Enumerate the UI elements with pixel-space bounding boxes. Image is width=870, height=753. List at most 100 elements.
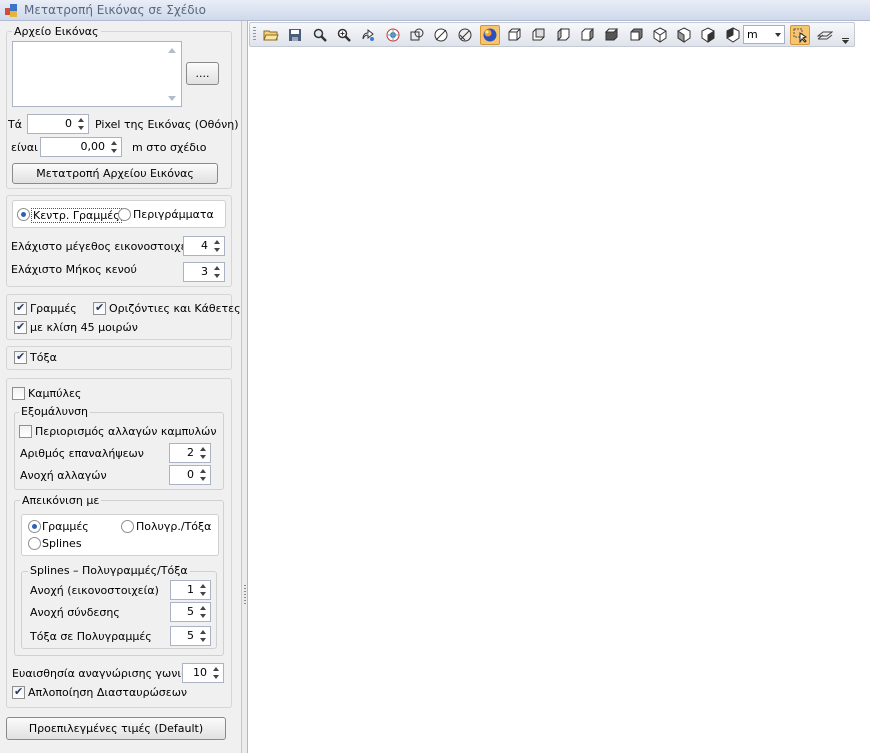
spin-up-icon[interactable] [111,141,117,145]
spin-up-icon[interactable] [200,606,206,610]
spin-down-icon[interactable] [200,477,206,481]
view-top-button[interactable] [601,25,621,45]
zoom-button[interactable] [310,25,330,45]
lines-checkbox[interactable] [14,301,27,315]
spin-up-icon[interactable] [200,469,206,473]
min-pixel-size-stepper[interactable]: 4 [183,236,225,256]
display-polyarcs-radio[interactable] [121,520,134,533]
view-right-button[interactable] [577,25,597,45]
zoom-extents-button[interactable] [334,25,354,45]
view-front-button[interactable] [504,25,524,45]
orthogonal-label[interactable]: Οριζόντιες και Κάθετες [109,302,241,315]
view-top-icon [604,28,619,41]
orthogonal-checkbox[interactable] [93,301,106,315]
select-pointer-button[interactable] [790,25,810,45]
sphere-render-button[interactable] [480,25,500,45]
arcs-to-poly-stepper[interactable]: 5 [170,626,211,646]
spin-up-icon[interactable] [200,447,206,451]
view-left-icon [557,27,570,42]
toolbar-grip-icon[interactable] [253,27,256,42]
toolbar-overflow-icon[interactable] [842,34,849,44]
iso-se-button[interactable] [674,25,694,45]
display-lines-radio[interactable] [28,520,41,533]
display-splines-label[interactable]: Splines [42,537,82,550]
save-button[interactable] [285,25,305,45]
spin-up-icon[interactable] [213,667,219,671]
display-polyarcs-label[interactable]: Πολυγρ./Τόξα [136,520,211,533]
convert-image-button[interactable]: Μετατροπή Αρχείου Εικόνας [12,163,218,184]
diag45-label[interactable]: με κλίση 45 μοιρών [30,321,138,334]
arcs-checkbox[interactable] [14,350,27,364]
spin-down-icon[interactable] [200,592,206,596]
view-left-button[interactable] [553,25,573,45]
panel-splitter[interactable] [242,21,248,753]
render-mode-button[interactable] [383,25,403,45]
iso-sw-icon [653,27,667,43]
outlines-radio[interactable] [118,208,131,221]
drawing-canvas[interactable] [249,48,870,753]
shaded-button[interactable] [455,25,475,45]
spin-up-icon[interactable] [214,240,220,244]
splitter-grip-icon[interactable] [244,585,246,605]
chevron-down-icon [775,33,781,37]
browse-button[interactable]: .... [186,62,219,85]
pixel-tolerance-stepper[interactable]: 1 [170,580,211,600]
limit-changes-label[interactable]: Περιορισμός αλλαγών καμπυλών [35,425,216,438]
curves-label[interactable]: Καμπύλες [28,387,81,400]
unit-select[interactable]: m [743,25,785,44]
spin-down-icon[interactable] [200,614,206,618]
view-back-icon [532,28,545,41]
lines-label[interactable]: Γραμμές [30,302,77,315]
join-tolerance-stepper[interactable]: 5 [170,602,211,622]
spin-up-icon[interactable] [200,630,206,634]
display-lines-label[interactable]: Γραμμές [42,520,89,533]
join-tolerance-value: 5 [187,605,194,618]
simplify-crossings-label[interactable]: Απλοποίηση Διασταυρώσεων [28,686,187,699]
layers-button[interactable] [815,25,835,45]
open-folder-button[interactable] [261,25,281,45]
app-icon [4,3,19,18]
arcs-label[interactable]: Τόξα [30,351,57,364]
scroll-down-icon[interactable] [168,96,176,101]
spin-down-icon[interactable] [214,248,220,252]
min-gap-length-stepper[interactable]: 3 [183,262,225,282]
arcs-to-poly-value: 5 [187,629,194,642]
pixels-stepper[interactable]: 0 [27,114,89,134]
spin-down-icon[interactable] [111,149,117,153]
spin-up-icon[interactable] [78,118,84,122]
iso-ne-button[interactable] [698,25,718,45]
iso-nw-button[interactable] [723,25,743,45]
outlines-label[interactable]: Περιγράμματα [133,208,214,221]
iso-sw-button[interactable] [650,25,670,45]
simplify-crossings-checkbox[interactable] [12,685,25,699]
center-lines-label[interactable]: Κεντρ. Γραμμές [31,208,122,223]
diag45-checkbox[interactable] [14,320,27,334]
display-splines-radio[interactable] [28,537,41,550]
meters-stepper[interactable]: 0,00 [40,137,122,157]
center-lines-radio[interactable] [17,208,30,221]
spin-down-icon[interactable] [214,274,220,278]
view-front-icon [508,28,521,41]
image-file-list[interactable] [12,41,182,107]
spin-down-icon[interactable] [200,455,206,459]
hidden-line-button[interactable] [431,25,451,45]
wireframe-button[interactable] [407,25,427,45]
spin-up-icon[interactable] [214,266,220,270]
spin-down-icon[interactable] [78,126,84,130]
corner-sensitivity-stepper[interactable]: 10 [182,663,224,683]
change-tolerance-stepper[interactable]: 0 [169,465,211,485]
unit-value: m [747,28,758,41]
limit-changes-checkbox[interactable] [19,425,32,438]
iterations-stepper[interactable]: 2 [169,443,211,463]
scroll-up-icon[interactable] [168,48,176,53]
spin-down-icon[interactable] [213,675,219,679]
default-values-button[interactable]: Προεπιλεγμένες τιμές (Default) [6,717,226,740]
scale-prefix-label: Τά [8,118,22,131]
window-title: Μετατροπή Εικόνας σε Σχέδιο [24,3,206,17]
spin-up-icon[interactable] [200,584,206,588]
spin-down-icon[interactable] [200,638,206,642]
pan-button[interactable] [358,25,378,45]
curves-checkbox[interactable] [12,387,25,400]
view-bottom-button[interactable] [626,25,646,45]
view-back-button[interactable] [528,25,548,45]
